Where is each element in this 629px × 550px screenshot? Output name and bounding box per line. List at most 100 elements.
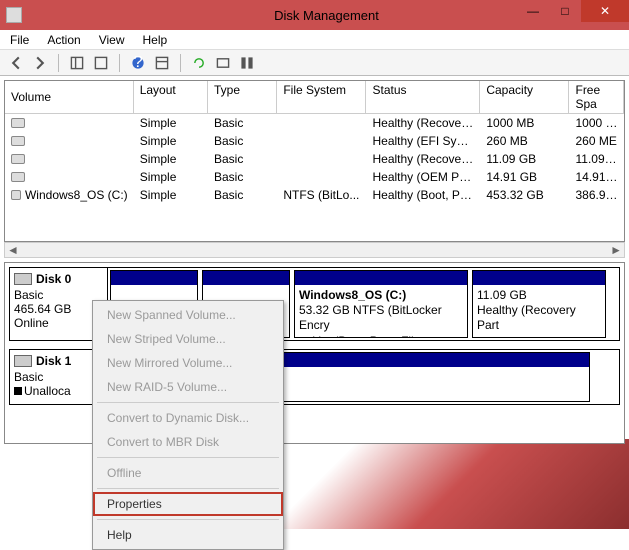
toolbar-separator (119, 54, 120, 72)
menu-item-convert-to-dynamic-disk: Convert to Dynamic Disk... (93, 406, 283, 430)
menu-item-new-spanned-volume: New Spanned Volume... (93, 303, 283, 327)
col-type[interactable]: Type (208, 81, 277, 113)
cell-fs: NTFS (BitLo... (277, 187, 366, 203)
menu-item-offline: Offline (93, 461, 283, 485)
cell-type: Basic (208, 151, 277, 167)
app-icon (6, 7, 22, 23)
scroll-left-icon[interactable]: ◄ (7, 244, 19, 256)
table-row[interactable]: SimpleBasicHealthy (OEM Par...14.91 GB14… (5, 168, 624, 186)
table-row[interactable]: SimpleBasicHealthy (Recovery...1000 MB10… (5, 114, 624, 132)
cell-free: 14.91 GE (569, 169, 624, 185)
cell-free: 260 ME (569, 133, 624, 149)
cell-layout: Simple (134, 115, 208, 131)
partition-bar (203, 271, 289, 285)
cell-fs (277, 122, 366, 124)
col-status[interactable]: Status (366, 81, 480, 113)
volume-icon (11, 172, 25, 182)
cell-status: Healthy (Recovery... (366, 151, 480, 167)
menu-action[interactable]: Action (47, 33, 80, 47)
table-row[interactable]: SimpleBasicHealthy (EFI Syste...260 MB26… (5, 132, 624, 150)
volume-list: Volume Layout Type File System Status Ca… (4, 80, 625, 242)
menu-view[interactable]: View (99, 33, 125, 47)
cell-fs (277, 158, 366, 160)
menu-item-help[interactable]: Help (93, 523, 283, 547)
forward-icon[interactable] (30, 53, 50, 73)
disk-status: Online (14, 316, 103, 330)
cell-fs (277, 176, 366, 178)
cell-capacity: 14.91 GB (480, 169, 569, 185)
menu-item-properties[interactable]: Properties (93, 492, 283, 516)
cell-free: 1000 ME (569, 115, 624, 131)
partition[interactable]: Windows8_OS (C:)53.32 GB NTFS (BitLocker… (294, 270, 468, 338)
close-button[interactable]: ✕ (581, 0, 629, 22)
volume-name: Windows8_OS (C:) (25, 188, 128, 202)
detail-icon[interactable] (213, 53, 233, 73)
volume-icon (11, 154, 25, 164)
cell-layout: Simple (134, 187, 208, 203)
cell-capacity: 11.09 GB (480, 151, 569, 167)
toolbar: ? (0, 50, 629, 76)
cell-capacity: 453.32 GB (480, 187, 569, 203)
partition-bar (111, 271, 197, 285)
menu-separator (97, 457, 279, 458)
partition[interactable]: 11.09 GBHealthy (Recovery Part (472, 270, 606, 338)
partition-line2: Healthy (Recovery Part (477, 303, 576, 332)
volume-icon (11, 118, 25, 128)
cell-status: Healthy (OEM Par... (366, 169, 480, 185)
menu-separator (97, 519, 279, 520)
cell-free: 11.09 GE (569, 151, 624, 167)
cell-layout: Simple (134, 133, 208, 149)
partition-bar (473, 271, 605, 285)
cell-status: Healthy (EFI Syste... (366, 133, 480, 149)
cell-layout: Simple (134, 169, 208, 185)
toolbar-separator (58, 54, 59, 72)
table-row[interactable]: SimpleBasic Healthy (Recovery...11.09 GB1… (5, 150, 624, 168)
partition-title: Windows8_OS (C:) (299, 288, 406, 302)
partition-line1: 53.32 GB NTFS (BitLocker Encry (299, 303, 442, 332)
horizontal-scrollbar[interactable]: ◄► (4, 242, 625, 258)
col-capacity[interactable]: Capacity (480, 81, 569, 113)
cell-type: Basic (208, 133, 277, 149)
cell-layout: Simple (134, 151, 208, 167)
disk-label: Disk 0 (36, 272, 71, 286)
extra-icon[interactable] (237, 53, 257, 73)
menu-file[interactable]: File (10, 33, 29, 47)
help-icon[interactable]: ? (128, 53, 148, 73)
table-row[interactable]: Windows8_OS (C:)SimpleBasicNTFS (BitLo..… (5, 186, 624, 204)
disk-status: Unalloca (14, 384, 103, 398)
minimize-button[interactable]: — (517, 0, 549, 22)
volume-rows: SimpleBasicHealthy (Recovery...1000 MB10… (5, 114, 624, 204)
menu-separator (97, 402, 279, 403)
scroll-right-icon[interactable]: ► (610, 244, 622, 256)
show-hide-icon[interactable] (67, 53, 87, 73)
col-layout[interactable]: Layout (134, 81, 208, 113)
menu-item-new-striped-volume: New Striped Volume... (93, 327, 283, 351)
back-icon[interactable] (6, 53, 26, 73)
disk-size: 465.64 GB (14, 302, 103, 316)
menu-item-new-raid-5-volume: New RAID-5 Volume... (93, 375, 283, 399)
settings-icon[interactable] (91, 53, 111, 73)
menu-bar: File Action View Help (0, 30, 629, 50)
disk-type: Basic (14, 288, 103, 302)
col-volume[interactable]: Volume (5, 81, 134, 113)
disk-type: Basic (14, 370, 103, 384)
menu-item-new-mirrored-volume: New Mirrored Volume... (93, 351, 283, 375)
cell-status: Healthy (Boot, Pa... (366, 187, 480, 203)
volume-header: Volume Layout Type File System Status Ca… (5, 81, 624, 114)
volume-icon (11, 136, 25, 146)
action-list-icon[interactable] (152, 53, 172, 73)
col-filesystem[interactable]: File System (277, 81, 366, 113)
toolbar-separator (180, 54, 181, 72)
partition-line1: 11.09 GB (477, 288, 527, 302)
cell-fs (277, 140, 366, 142)
cell-type: Basic (208, 115, 277, 131)
menu-help[interactable]: Help (143, 33, 168, 47)
maximize-button[interactable]: □ (549, 0, 581, 22)
partition-bar (295, 271, 467, 285)
unallocated-icon (14, 387, 22, 395)
col-free[interactable]: Free Spa (569, 81, 624, 113)
title-bar: Disk Management — □ ✕ (0, 0, 629, 30)
volume-icon (11, 190, 21, 200)
refresh-icon[interactable] (189, 53, 209, 73)
partition-line2: ealthy (Boot, Page File, Primary (299, 334, 424, 337)
